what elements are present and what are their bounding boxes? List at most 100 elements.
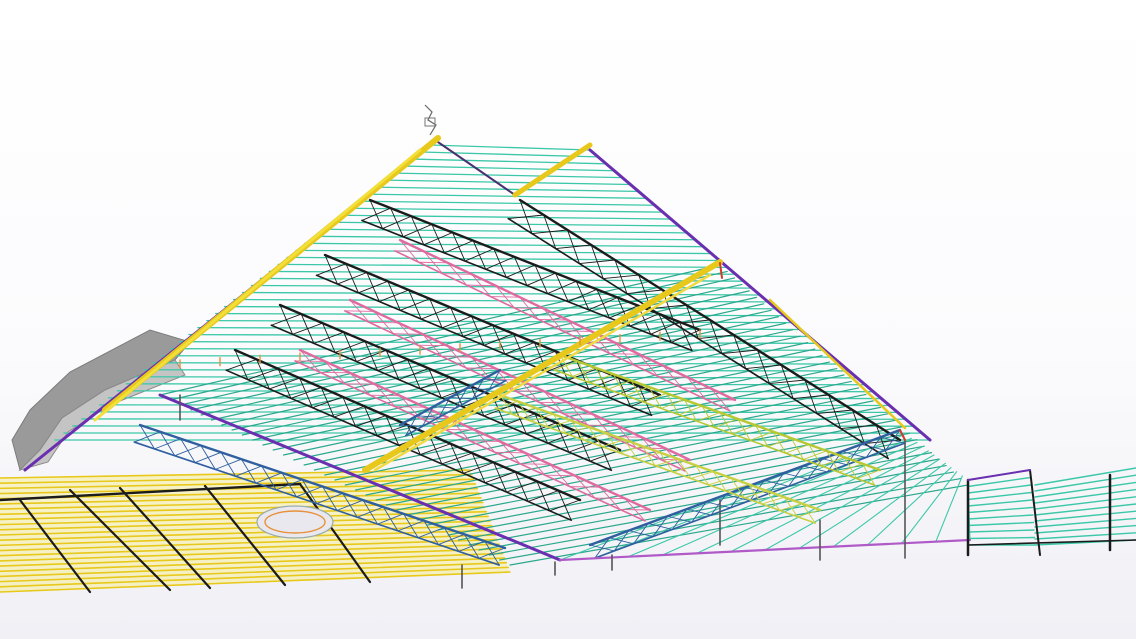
- pink-truss-0-web: [561, 330, 592, 332]
- roof-structure-model[interactable]: [0, 0, 1136, 639]
- pink-truss-2-web: [569, 486, 601, 488]
- pink-truss-0-web: [681, 387, 712, 390]
- teal-purlin: [331, 221, 680, 227]
- pink-truss-2-web: [519, 463, 551, 465]
- teal-purlin: [179, 341, 818, 344]
- yellowgreen-truss-web: [589, 373, 614, 384]
- black-truss-0-web: [505, 264, 536, 278]
- roof-vent-icon: [424, 104, 437, 136]
- black-truss-2-web: [568, 440, 600, 453]
- pink-edge-beam: [558, 538, 972, 562]
- pink-truss-0-web: [466, 284, 497, 287]
- black-truss-1-web: [357, 280, 389, 294]
- pink-truss-2-web: [319, 371, 351, 374]
- teal-purlin-lower: [427, 432, 911, 526]
- black-truss-0-web: [361, 207, 392, 221]
- teal-purlin: [402, 165, 615, 172]
- side-purlin-b: [1034, 496, 1136, 510]
- yellowgreen-truss-2-web: [797, 509, 821, 518]
- pink-truss-0-web: [585, 341, 616, 344]
- teal-purlin-strip: [764, 454, 935, 551]
- pink-truss-1-web: [563, 413, 594, 415]
- teal-purlin: [268, 270, 737, 275]
- pink-truss-1-web: [417, 344, 448, 347]
- black-truss-2-web: [292, 322, 323, 335]
- black-truss-3-web: [462, 462, 495, 474]
- teal-purlin: [304, 242, 704, 248]
- roof-vent-box: [424, 117, 436, 127]
- yellowgreen-truss-web: [678, 405, 703, 416]
- side-purlin-a: [967, 484, 1032, 494]
- pink-truss-1-web: [587, 424, 618, 427]
- black-truss-3-web: [355, 415, 387, 427]
- black-truss-3-web: [225, 358, 258, 371]
- side-purlin-b: [1034, 488, 1136, 504]
- teal-purlin: [384, 179, 632, 186]
- side-purlin-a: [967, 499, 1033, 507]
- side-purlin-b: [1034, 481, 1136, 498]
- pink-truss-1-web: [393, 333, 424, 335]
- pink-truss-0-web: [633, 364, 664, 367]
- side-purlin-b: [1034, 524, 1136, 534]
- pink-truss-0-web: [490, 296, 521, 298]
- teal-purlin: [429, 144, 591, 151]
- yellowgreen-truss-web: [643, 392, 668, 403]
- black-truss-1-web: [420, 307, 452, 320]
- blue-truss-lower-web: [194, 451, 222, 464]
- black-truss-3-web: [549, 499, 581, 512]
- teal-purlin-strip: [901, 471, 958, 544]
- pink-truss-2-web: [594, 497, 626, 500]
- blue-truss-lower-web: [214, 458, 242, 470]
- red-accent: [719, 262, 723, 279]
- side-purlin-a: [967, 491, 1033, 501]
- teal-purlin: [411, 158, 607, 165]
- pink-truss-1-web: [344, 310, 375, 312]
- black-truss-0-web: [567, 288, 598, 303]
- teal-purlin-strip: [935, 475, 963, 543]
- pink-truss-0-web: [705, 398, 736, 401]
- side-purlin-a: [967, 514, 1034, 520]
- pink-truss-2-web: [394, 406, 426, 408]
- 3d-model-viewport[interactable]: [0, 0, 1136, 639]
- pink-truss-2-web: [369, 394, 401, 397]
- teal-purlin: [170, 348, 826, 351]
- side-purlin-a: [967, 506, 1034, 514]
- pink-truss-1-web: [538, 401, 570, 404]
- blue-truss-lower-web: [174, 445, 202, 457]
- pink-truss-0-web: [609, 353, 640, 355]
- teal-purlin: [357, 200, 656, 206]
- pink-truss-1-web: [441, 356, 472, 358]
- teal-purlin: [322, 228, 688, 234]
- pink-truss-2-web: [494, 451, 526, 454]
- teal-purlin: [259, 277, 745, 282]
- pink-truss-2-web: [419, 417, 451, 420]
- pink-truss-1-web: [514, 390, 545, 392]
- pink-truss-2-web: [544, 474, 576, 477]
- side-purlin-a: [967, 529, 1035, 533]
- teal-purlin: [340, 214, 672, 220]
- pink-truss-2-web: [344, 383, 376, 385]
- pink-truss-0-web: [418, 261, 449, 264]
- black-truss-1-web: [316, 263, 347, 276]
- pink-truss-1-web: [465, 367, 497, 370]
- pink-truss-2-web: [444, 429, 476, 431]
- black-truss-0-web: [423, 232, 453, 246]
- side-purlin-a: [967, 536, 1036, 540]
- side-purlin-b: [1034, 532, 1136, 540]
- pink-truss-0-web: [537, 318, 568, 321]
- black-truss-3-web: [527, 490, 559, 502]
- pink-truss-0-web: [394, 250, 425, 252]
- teal-purlin: [366, 193, 648, 199]
- teal-purlin: [313, 235, 696, 241]
- pink-truss-0-web: [442, 273, 473, 275]
- side-purlin-a: [967, 521, 1035, 527]
- teal-purlin: [393, 172, 624, 179]
- side-wing-structure: [966, 467, 1136, 557]
- black-truss-0-web: [526, 272, 557, 286]
- grey-duct-element: [11, 329, 191, 472]
- pink-truss-2-web: [469, 440, 501, 442]
- pink-truss-0-web: [514, 307, 545, 310]
- teal-purlin-lower: [159, 264, 721, 396]
- pink-truss-0-web: [657, 376, 688, 378]
- teal-purlin: [286, 256, 721, 262]
